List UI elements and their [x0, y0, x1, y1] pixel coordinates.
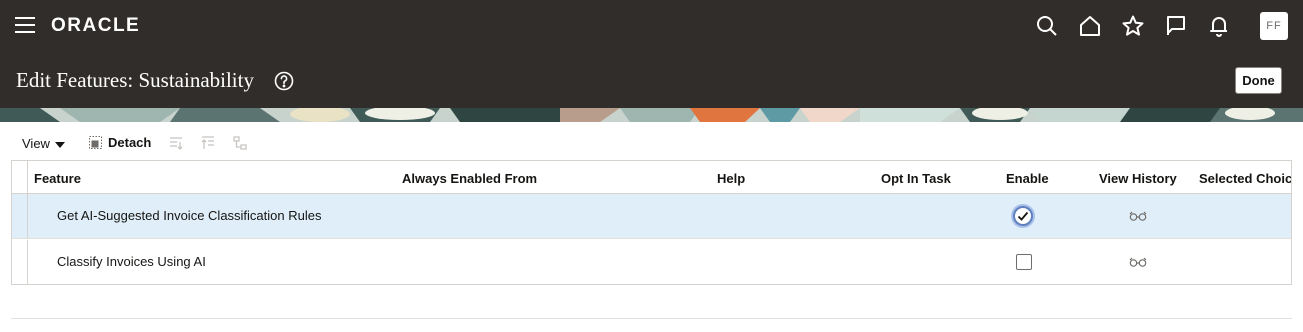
global-header: ORACLE FF [0, 0, 1303, 54]
column-header-help[interactable]: Help [717, 171, 745, 186]
view-history-icon[interactable] [1129, 257, 1147, 267]
detach-icon [89, 136, 102, 149]
favorites-star-icon[interactable] [1121, 14, 1145, 38]
column-header-feature[interactable]: Feature [34, 171, 81, 186]
view-history-icon[interactable] [1129, 211, 1147, 221]
freeze-icon [170, 137, 183, 150]
enable-checkbox[interactable] [1016, 254, 1032, 270]
table-toolbar: View Detach [0, 130, 1303, 156]
done-button[interactable]: Done [1235, 67, 1282, 94]
watchlist-flag-icon[interactable] [1164, 14, 1188, 38]
feature-name: Get AI-Suggested Invoice Classification … [57, 208, 322, 223]
feature-name: Classify Invoices Using AI [57, 254, 206, 269]
wrap-icon [201, 136, 214, 149]
row-selector[interactable] [12, 194, 28, 239]
enable-checkbox[interactable] [1013, 206, 1033, 226]
oracle-logo[interactable]: ORACLE [51, 15, 140, 37]
menu-icon[interactable] [15, 17, 35, 33]
view-menu-label: View [22, 136, 50, 151]
search-icon[interactable] [1035, 14, 1059, 38]
column-header-selected-choice[interactable]: Selected Choic [1199, 171, 1291, 186]
page-title: Edit Features: Sustainability [16, 68, 254, 92]
table-row[interactable]: Get AI-Suggested Invoice Classification … [12, 194, 1291, 239]
column-header-enable[interactable]: Enable [1006, 171, 1049, 186]
divider [11, 318, 1292, 319]
detach-button[interactable]: Detach [88, 135, 151, 150]
table-header: Feature Always Enabled From Help Opt In … [12, 161, 1291, 194]
column-header-always-enabled-from[interactable]: Always Enabled From [402, 171, 537, 186]
view-menu[interactable]: View [22, 136, 65, 151]
help-icon[interactable] [274, 71, 294, 91]
features-table: Feature Always Enabled From Help Opt In … [11, 160, 1292, 285]
row-selector[interactable] [12, 240, 28, 284]
caret-down-icon [54, 141, 65, 148]
checkmark-icon [1017, 211, 1029, 221]
notifications-bell-icon[interactable] [1207, 14, 1231, 38]
page-header: Edit Features: Sustainability Done [0, 54, 1303, 108]
user-avatar[interactable]: FF [1260, 12, 1288, 40]
table-row[interactable]: Classify Invoices Using AI [12, 240, 1291, 284]
column-header-opt-in-task[interactable]: Opt In Task [881, 171, 951, 186]
hierarchy-icon [233, 136, 247, 150]
row-selector-header [12, 161, 28, 194]
home-icon[interactable] [1078, 14, 1102, 38]
decorative-banner [0, 108, 1303, 122]
column-header-view-history[interactable]: View History [1099, 171, 1177, 186]
detach-label: Detach [108, 135, 152, 150]
